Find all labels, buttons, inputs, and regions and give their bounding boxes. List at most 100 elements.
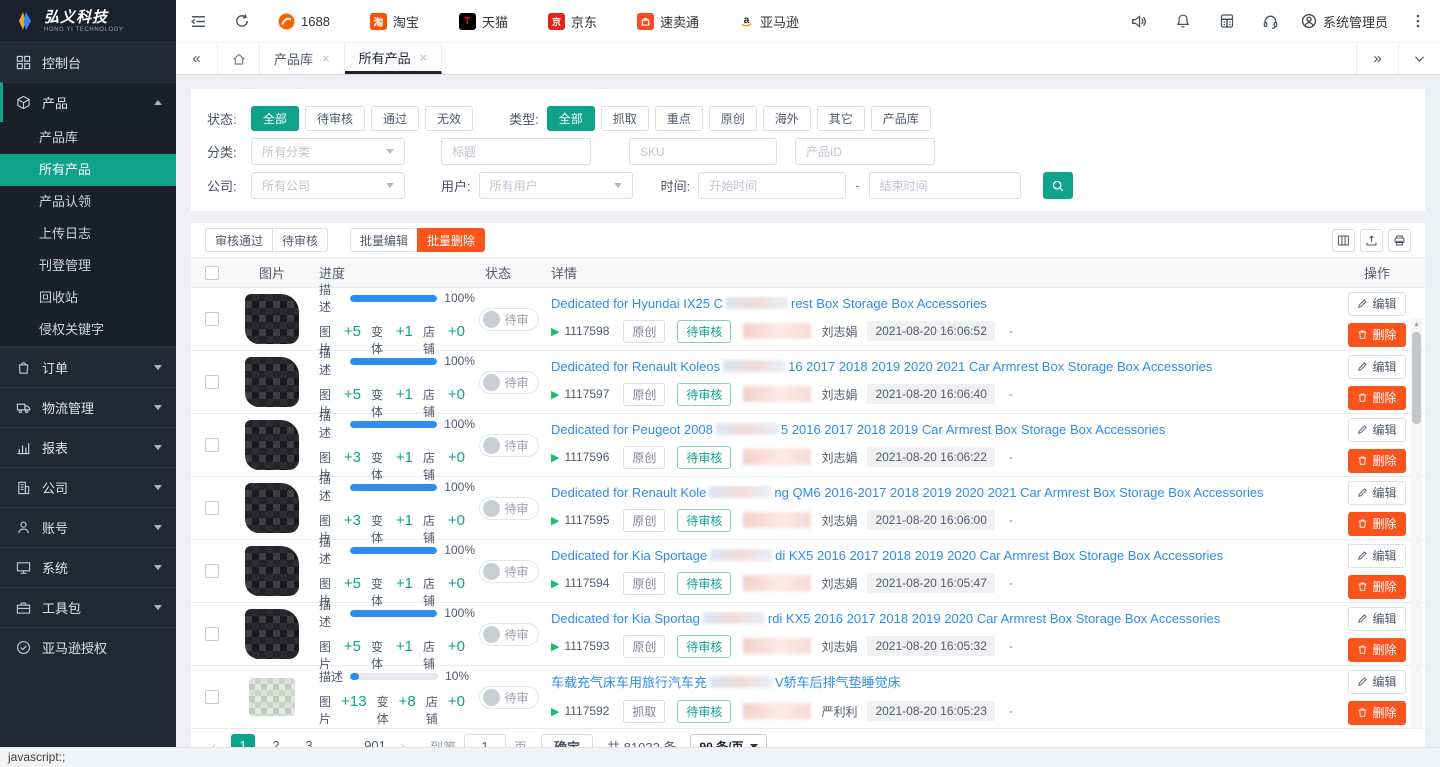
product-photo[interactable]: [243, 670, 301, 724]
refresh-icon[interactable]: [220, 0, 264, 42]
play-icon[interactable]: ▶: [551, 577, 559, 590]
type-filter-all[interactable]: 全部: [547, 106, 595, 131]
tab-product-library[interactable]: 产品库 ×: [260, 43, 345, 74]
title-input[interactable]: [441, 138, 591, 165]
marketplace-jd[interactable]: 京 京东: [548, 12, 597, 31]
row-checkbox[interactable]: [205, 312, 219, 326]
product-title-link[interactable]: Dedicated for Kia Sportagrdi KX5 2016 20…: [551, 611, 1329, 626]
delete-button[interactable]: 删除: [1348, 638, 1406, 662]
delete-button[interactable]: 删除: [1348, 701, 1406, 725]
sidebar-item-reports[interactable]: 报表: [0, 427, 176, 467]
prev-page-icon[interactable]: ‹: [207, 738, 221, 747]
type-filter-other[interactable]: 其它: [817, 106, 865, 131]
product-photo[interactable]: [243, 607, 301, 661]
product-id-input[interactable]: [795, 138, 935, 165]
play-icon[interactable]: ▶: [551, 640, 559, 653]
sidebar-item-listing-manage[interactable]: 刊登管理: [0, 250, 176, 282]
product-title-link[interactable]: Dedicated for Kia Sportagedi KX5 2016 20…: [551, 548, 1329, 563]
product-title-link[interactable]: Dedicated for Renault Koleos16 2017 2018…: [551, 359, 1329, 374]
page-number[interactable]: 3: [297, 734, 321, 747]
sidebar-item-product-claim[interactable]: 产品认领: [0, 186, 176, 218]
sidebar-item-product-library[interactable]: 产品库: [0, 122, 176, 154]
sidebar-item-amazon-auth[interactable]: 亚马逊授权: [0, 627, 176, 667]
marketplace-taobao[interactable]: 淘 淘宝: [370, 12, 419, 31]
tabs-scroll-left-icon[interactable]: «: [176, 43, 218, 74]
type-filter-scraped[interactable]: 抓取: [601, 106, 649, 131]
edit-button[interactable]: 编辑: [1348, 481, 1406, 505]
goto-page-input[interactable]: [464, 734, 506, 747]
category-select[interactable]: 所有分类: [251, 138, 405, 165]
sidebar-item-upload-log[interactable]: 上传日志: [0, 218, 176, 250]
sidebar-item-system[interactable]: 系统: [0, 547, 176, 587]
status-filter-invalid[interactable]: 无效: [425, 106, 473, 131]
row-checkbox[interactable]: [205, 438, 219, 452]
play-icon[interactable]: ▶: [551, 451, 559, 464]
more-vertical-icon[interactable]: [1396, 0, 1440, 42]
start-time-input[interactable]: [698, 172, 846, 199]
type-filter-library[interactable]: 产品库: [871, 106, 931, 131]
end-time-input[interactable]: [869, 172, 1021, 199]
delete-button[interactable]: 删除: [1348, 575, 1406, 599]
type-filter-overseas[interactable]: 海外: [763, 106, 811, 131]
row-checkbox[interactable]: [205, 627, 219, 641]
product-photo[interactable]: [243, 544, 301, 598]
set-pending-button[interactable]: 待审核: [272, 228, 328, 252]
edit-button[interactable]: 编辑: [1348, 607, 1406, 631]
product-title-link[interactable]: Dedicated for Renault Koleng QM6 2016-20…: [551, 485, 1329, 500]
search-button[interactable]: [1043, 172, 1073, 199]
delete-button[interactable]: 删除: [1348, 386, 1406, 410]
marketplace-aliexpress[interactable]: 速卖通: [637, 12, 699, 31]
product-photo[interactable]: [243, 418, 301, 472]
sidebar-item-accounts[interactable]: 账号: [0, 507, 176, 547]
scrollbar-thumb[interactable]: [1412, 332, 1421, 424]
page-number[interactable]: 901: [363, 734, 387, 747]
sidebar-item-products[interactable]: 产品: [0, 82, 176, 122]
sidebar-item-company[interactable]: 公司: [0, 467, 176, 507]
close-icon[interactable]: ×: [420, 50, 428, 65]
row-checkbox[interactable]: [205, 690, 219, 704]
table-scrollbar[interactable]: ▲: [1411, 319, 1422, 729]
sidebar-item-dashboard[interactable]: 控制台: [0, 42, 176, 82]
status-filter-all[interactable]: 全部: [251, 106, 299, 131]
user-menu[interactable]: 系统管理员: [1301, 12, 1388, 31]
row-checkbox[interactable]: [205, 501, 219, 515]
tab-all-products[interactable]: 所有产品 ×: [345, 43, 443, 74]
page-size-select[interactable]: 90 条/页: [690, 734, 767, 748]
play-icon[interactable]: ▶: [551, 325, 559, 338]
user-select[interactable]: 所有用户: [479, 172, 633, 199]
row-checkbox[interactable]: [205, 564, 219, 578]
product-title-link[interactable]: 车载充气床车用旅行汽车充V轿车后排气垫睡觉床: [551, 672, 1329, 691]
marketplace-tmall[interactable]: T 天猫: [459, 12, 508, 31]
batch-edit-button[interactable]: 批量编辑: [350, 228, 418, 252]
edit-button[interactable]: 编辑: [1348, 670, 1406, 694]
type-filter-key[interactable]: 重点: [655, 106, 703, 131]
product-title-link[interactable]: Dedicated for Peugeot 20085 2016 2017 20…: [551, 422, 1329, 437]
notification-bell-icon[interactable]: [1161, 0, 1205, 42]
company-select[interactable]: 所有公司: [251, 172, 405, 199]
select-all-checkbox[interactable]: [205, 266, 219, 280]
sidebar-item-orders[interactable]: 订单: [0, 347, 176, 387]
edit-button[interactable]: 编辑: [1348, 292, 1406, 316]
row-checkbox[interactable]: [205, 375, 219, 389]
play-icon[interactable]: ▶: [551, 388, 559, 401]
column-settings-icon[interactable]: [1332, 229, 1355, 252]
edit-button[interactable]: 编辑: [1348, 544, 1406, 568]
product-photo[interactable]: [243, 481, 301, 535]
sidebar-item-recycle-bin[interactable]: 回收站: [0, 282, 176, 314]
close-icon[interactable]: ×: [322, 51, 330, 66]
edit-button[interactable]: 编辑: [1348, 355, 1406, 379]
status-filter-approved[interactable]: 通过: [371, 106, 419, 131]
home-tab[interactable]: [218, 43, 260, 74]
play-icon[interactable]: ▶: [551, 705, 559, 718]
marketplace-amazon[interactable]: a 亚马逊: [739, 12, 799, 31]
next-page-icon[interactable]: ›: [396, 738, 410, 747]
confirm-button[interactable]: 确定: [541, 734, 593, 748]
menu-fold-icon[interactable]: [176, 0, 220, 42]
product-photo[interactable]: [243, 355, 301, 409]
apps-grid-icon[interactable]: [1205, 0, 1249, 42]
product-title-link[interactable]: Dedicated for Hyundai IX25 Crest Box Sto…: [551, 296, 1329, 311]
scroll-up-icon[interactable]: ▲: [1411, 319, 1422, 331]
announcement-icon[interactable]: [1117, 0, 1161, 42]
export-icon[interactable]: [1360, 229, 1383, 252]
delete-button[interactable]: 删除: [1348, 323, 1406, 347]
